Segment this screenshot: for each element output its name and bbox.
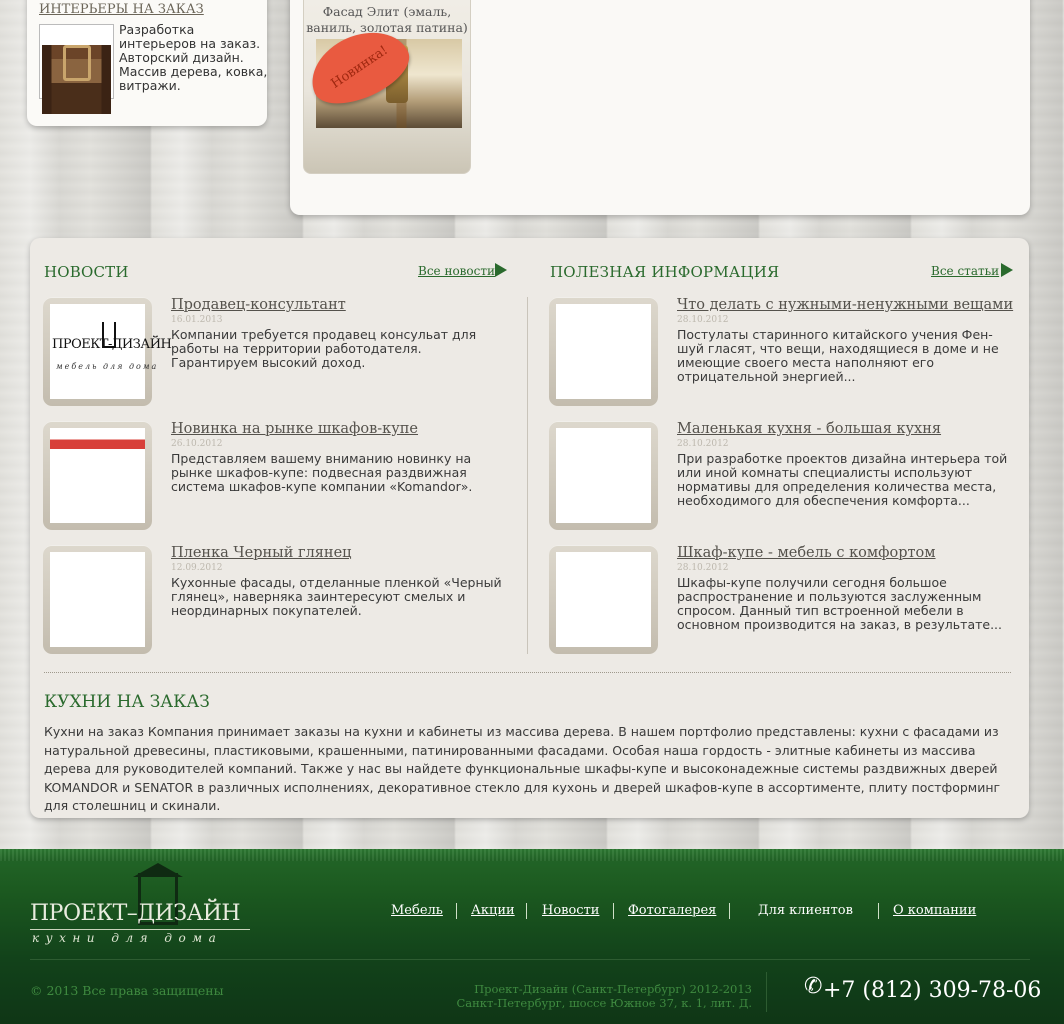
article-excerpt: При разработке проектов дизайна интерьер… — [677, 451, 1008, 508]
news-date: 26.10.2012 — [171, 439, 223, 449]
arrow-right-icon[interactable] — [1001, 263, 1013, 277]
logo-text: ПРОЕКТ–ДИЗАЙН — [30, 901, 241, 926]
news-title[interactable]: Новинка на рынке шкафов-купе — [171, 421, 418, 437]
phone-icon: ✆ — [804, 974, 823, 999]
article-thumbnail[interactable] — [549, 545, 658, 654]
article-title[interactable]: Маленькая кухня - большая кухня — [677, 421, 941, 437]
arrow-right-icon[interactable] — [495, 263, 507, 277]
footer-nav-gallery[interactable]: Фотогалерея — [628, 903, 716, 918]
article-title[interactable]: Шкаф-купе - мебель с комфортом — [677, 545, 936, 561]
product-name[interactable]: Фасад Элит (эмаль, ваниль, золотая патин… — [304, 4, 470, 36]
about-title: КУХНИ НА ЗАКАЗ — [44, 692, 210, 712]
logo-tagline: кухни для дома — [32, 931, 223, 945]
article-item[interactable]: Шкаф-купе - мебель с комфортом 28.10.201… — [549, 545, 1019, 655]
news-date: 12.09.2012 — [171, 563, 223, 573]
copyright: © 2013 Все права защищены — [30, 983, 224, 998]
news-excerpt: Кухонные фасады, отделанные пленкой «Чер… — [171, 575, 502, 618]
news-title[interactable]: Пленка Черный глянец — [171, 545, 352, 561]
article-excerpt: Шкафы-купе получили сегодня большое расп… — [677, 575, 1002, 632]
new-badge-label: Новинка! — [327, 42, 391, 92]
news-date: 16.01.2013 — [171, 315, 223, 325]
all-news-link[interactable]: Все новости — [418, 264, 495, 278]
footer-nav-news[interactable]: Новости — [542, 903, 599, 918]
article-item[interactable]: Маленькая кухня - большая кухня 28.10.20… — [549, 421, 1019, 531]
article-excerpt: Постулаты старинного китайского учения Ф… — [677, 327, 999, 384]
footer-nav-clients[interactable]: Для клиентов — [758, 903, 853, 918]
phone-separator — [766, 972, 767, 1012]
article-date: 28.10.2012 — [677, 439, 729, 449]
news-thumbnail[interactable] — [43, 545, 152, 654]
news-thumbnail[interactable] — [43, 421, 152, 530]
news-item[interactable]: Пленка Черный глянец 12.09.2012 Кухонные… — [43, 545, 513, 655]
news-item[interactable]: ПРОЕКТ-ДИЗАЙН мебель для дома Продавец-к… — [43, 297, 513, 407]
nav-separator — [526, 903, 527, 919]
footer-divider — [30, 959, 1030, 960]
footer-logo[interactable]: ПРОЕКТ–ДИЗАЙН кухни для дома — [30, 863, 255, 947]
column-divider — [527, 297, 528, 654]
article-item[interactable]: Что делать с нужными-ненужными вещами 28… — [549, 297, 1019, 407]
logo-underline — [30, 929, 250, 930]
news-title[interactable]: Продавец-консультант — [171, 297, 346, 313]
interiors-thumbnail[interactable] — [39, 24, 114, 114]
news-excerpt: Представляем вашему вниманию новинку на … — [171, 451, 473, 494]
articles-section-title: ПОЛЕЗНАЯ ИНФОРМАЦИЯ — [550, 263, 780, 281]
footer-nav-promotions[interactable]: Акции — [471, 903, 515, 918]
all-articles-link[interactable]: Все статьи — [931, 264, 999, 278]
article-date: 28.10.2012 — [677, 315, 729, 325]
section-divider — [44, 672, 1011, 673]
footer-nav-about[interactable]: О компании — [893, 903, 976, 918]
news-thumbnail[interactable]: ПРОЕКТ-ДИЗАЙН мебель для дома — [43, 297, 172, 406]
nav-separator — [729, 903, 730, 919]
company-info: Проект-Дизайн (Санкт-Петербург) 2012-201… — [456, 982, 752, 1010]
interiors-card-description: Разработка интерьеров на заказ. Авторски… — [119, 22, 268, 93]
nav-separator — [878, 903, 879, 919]
news-section-title: НОВОСТИ — [44, 263, 129, 281]
article-thumbnail[interactable] — [549, 297, 658, 406]
phone-number[interactable]: +7 (812) 309-78-06 — [823, 978, 1041, 1003]
about-text: Кухни на заказ Компания принимает заказы… — [44, 724, 1001, 813]
nav-separator — [613, 903, 614, 919]
nav-separator — [456, 903, 457, 919]
news-item[interactable]: Новинка на рынке шкафов-купе 26.10.2012 … — [43, 421, 513, 531]
article-title[interactable]: Что делать с нужными-ненужными вещами — [677, 297, 1013, 313]
news-excerpt: Компании требуется продавец консульат дл… — [171, 327, 477, 370]
article-date: 28.10.2012 — [677, 563, 729, 573]
interiors-card: ИНТЕРЬЕРЫ НА ЗАКАЗ Разработка интерьеров… — [27, 0, 267, 126]
interiors-card-title[interactable]: ИНТЕРЬЕРЫ НА ЗАКАЗ — [39, 2, 204, 17]
article-thumbnail[interactable] — [549, 421, 658, 530]
footer-nav-furniture[interactable]: Мебель — [391, 903, 443, 918]
